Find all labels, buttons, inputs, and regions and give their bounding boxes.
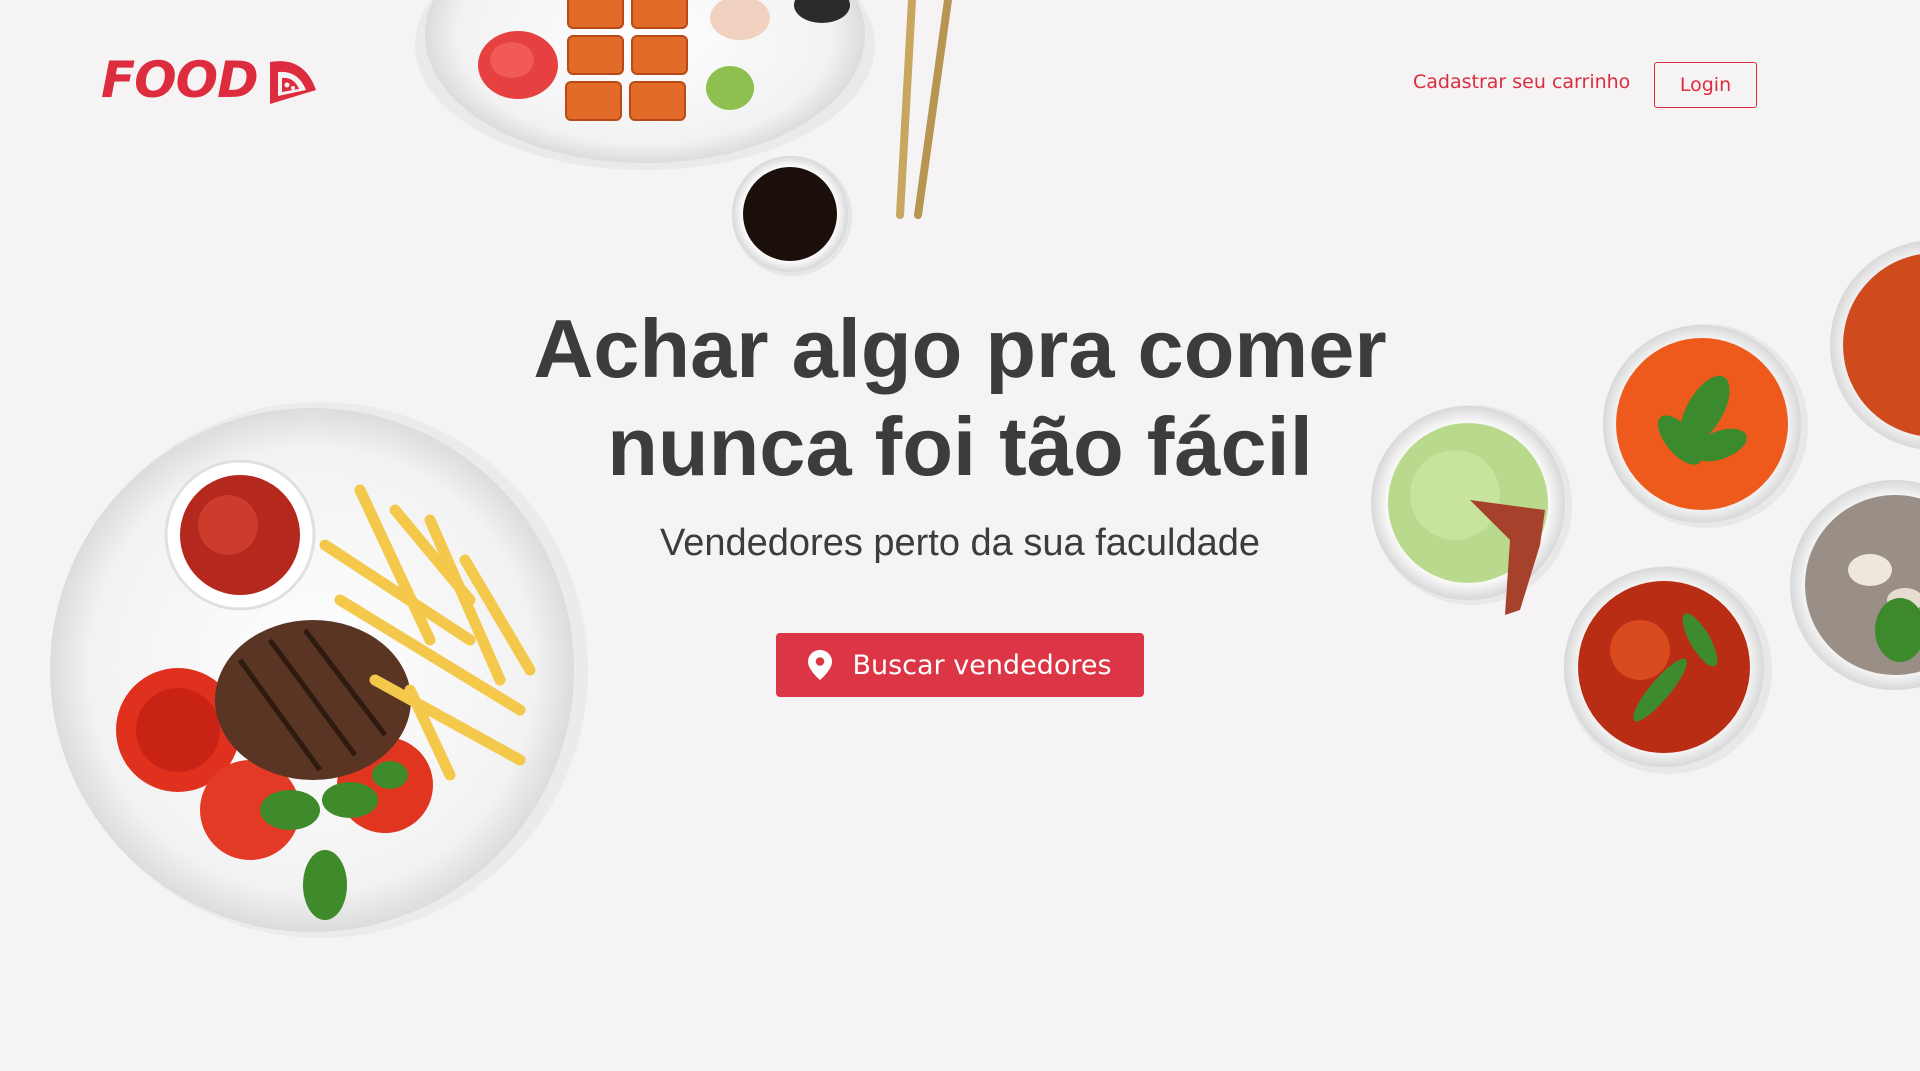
hero-title: Achar algo pra comer nunca foi tão fácil xyxy=(460,300,1460,496)
brand-logo[interactable]: FOOD xyxy=(101,52,320,108)
soy-sauce-bowl-image xyxy=(732,156,852,276)
search-vendors-button[interactable]: Buscar vendedores xyxy=(776,633,1144,697)
landing-page: FOOD Cadastrar seu carrinho Login Achar … xyxy=(0,0,1920,1071)
search-vendors-label: Buscar vendedores xyxy=(852,649,1112,681)
hero-title-line-1: Achar algo pra comer xyxy=(533,302,1387,395)
hero-subtitle: Vendedores perto da sua faculdade xyxy=(659,522,1261,564)
pizza-slice-icon xyxy=(269,61,316,104)
chopsticks-image xyxy=(896,0,952,219)
logo-text: FOOD xyxy=(101,51,259,109)
hero-title-line-2: nunca foi tão fácil xyxy=(607,400,1313,493)
login-button[interactable]: Login xyxy=(1654,62,1757,108)
map-pin-icon xyxy=(808,650,833,680)
register-cart-link[interactable]: Cadastrar seu carrinho xyxy=(1413,70,1630,94)
sushi-plate-image xyxy=(415,0,875,170)
